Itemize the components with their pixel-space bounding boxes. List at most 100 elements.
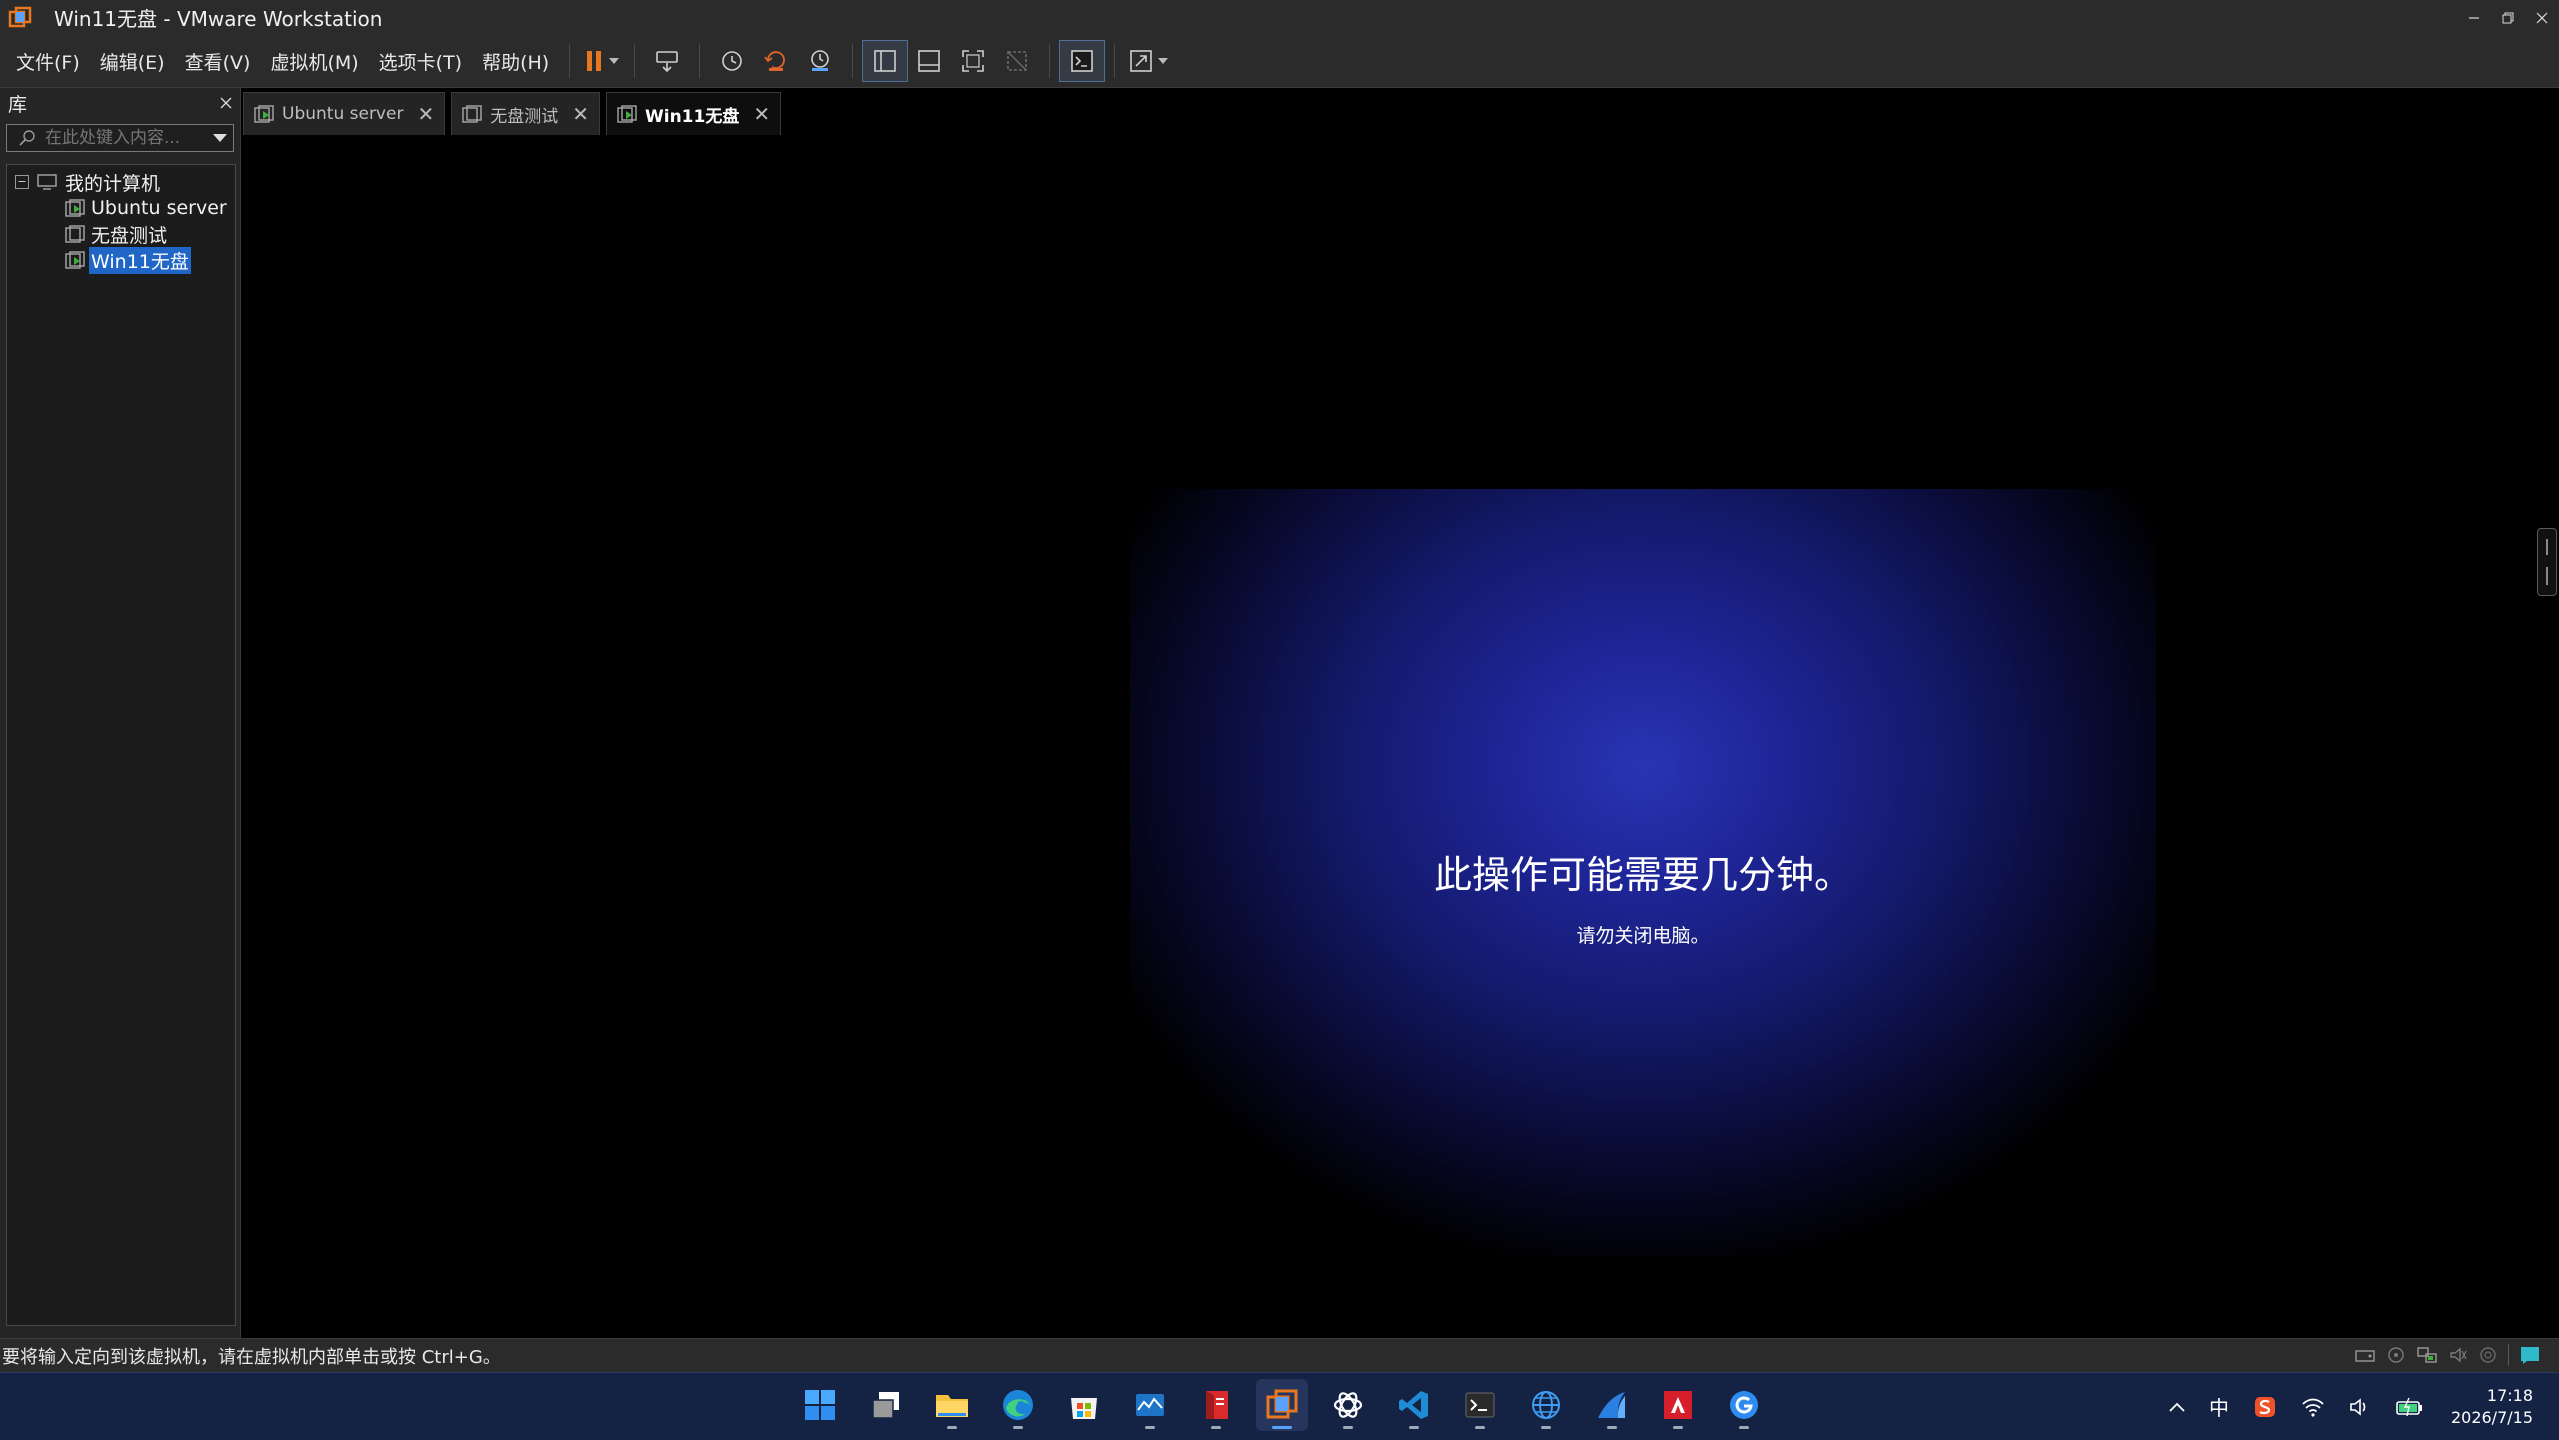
hard-disk-icon[interactable] [2354,1345,2376,1365]
taskbar-monitor-app[interactable] [1124,1379,1176,1431]
window-title: Win11无盘 - VMware Workstation [54,7,383,31]
battery-button[interactable] [2395,1397,2425,1417]
tree-item-win11-diskless[interactable]: Win11无盘 [65,246,191,274]
tree-item-label: Win11无盘 [89,246,191,274]
toolbar-separator [1114,44,1116,78]
taskbar-file-explorer[interactable] [926,1379,978,1431]
tab-ubuntu-server[interactable]: Ubuntu server ✕ [243,92,446,135]
menu-vm[interactable]: 虚拟机(M) [260,48,368,75]
chevron-down-icon [1158,58,1169,64]
taskbar-globe-app[interactable] [1520,1379,1572,1431]
running-indicator [1343,1426,1353,1429]
show-library-button[interactable] [862,40,909,82]
speaker-icon [2350,1397,2366,1416]
console-view-button[interactable] [1059,40,1106,82]
toolbar-separator [569,44,571,78]
tree-item-my-computer[interactable]: − 我的计算机 [15,169,162,195]
system-clock[interactable]: 17:18 2026/7/15 [2451,1385,2533,1429]
network-adapter-icon[interactable] [2416,1345,2438,1365]
tree-item-label: Ubuntu server [91,197,227,219]
send-ctrl-alt-del-button[interactable] [645,41,689,81]
thumbnail-layout-icon [918,50,941,72]
google-icon [1730,1391,1758,1419]
side-panel-handle[interactable] [2537,528,2557,596]
close-tab-icon[interactable]: ✕ [572,102,589,126]
usb-device-icon[interactable] [2478,1345,2498,1365]
menu-file[interactable]: 文件(F) [0,48,90,75]
taskbar-edge[interactable] [992,1379,1044,1431]
running-indicator [1211,1426,1221,1429]
sound-card-icon[interactable] [2448,1345,2468,1365]
task-view-button[interactable] [860,1379,912,1431]
network-status-button[interactable] [2301,1397,2325,1417]
menu-tabs[interactable]: 选项卡(T) [369,48,472,75]
vscode-icon [1399,1391,1428,1419]
vm-running-icon [65,251,85,269]
full-screen-button[interactable] [951,41,995,81]
menu-toolbar: 文件(F) 编辑(E) 查看(V) 虚拟机(M) 选项卡(T) 帮助(H) [0,35,2559,88]
chevron-up-icon [2169,1402,2185,1412]
battery-charging-icon [2396,1397,2422,1416]
tab-win11-diskless[interactable]: Win11无盘 ✕ [605,92,782,135]
taskbar-vscode[interactable] [1388,1379,1440,1431]
library-panel: 库 − 我的计算机 Ubuntu server 无盘测试 Win11无盘 [0,88,241,1338]
menu-view[interactable]: 查看(V) [175,48,261,75]
close-icon [2536,12,2548,23]
windows-taskbar: 中 17:18 2026/7/15 [0,1372,2559,1440]
library-search-input[interactable] [45,128,213,148]
guest-warning-message: 请勿关闭电脑。 [1576,925,1710,947]
computer-icon [37,174,57,190]
menu-edit[interactable]: 编辑(E) [90,48,175,75]
volume-button[interactable] [2349,1397,2371,1417]
show-hidden-icons-button[interactable] [2169,1402,2185,1412]
message-log-icon[interactable] [2519,1345,2541,1365]
taskbar-document-app[interactable] [1190,1379,1242,1431]
taskbar-chatgpt[interactable] [1322,1379,1374,1431]
pause-button[interactable] [580,41,624,81]
chevron-down-icon[interactable] [213,134,227,142]
revert-snapshot-icon [764,51,786,71]
vm-running-icon [65,199,85,217]
unity-mode-button[interactable] [995,41,1039,81]
close-library-icon[interactable] [220,97,232,109]
tree-item-diskless-test[interactable]: 无盘测试 [65,221,169,247]
collapse-toggle[interactable]: − [15,175,29,189]
tab-diskless-test[interactable]: 无盘测试 ✕ [451,92,600,135]
vmware-logo-icon [8,6,32,27]
revert-snapshot-button[interactable] [754,41,798,81]
running-indicator [1739,1426,1749,1429]
sogou-icon [2254,1396,2275,1417]
window-controls [2457,0,2559,35]
menu-help[interactable]: 帮助(H) [472,48,559,75]
take-snapshot-button[interactable] [710,41,754,81]
restore-icon [2502,12,2514,23]
snapshot-manager-button[interactable] [798,41,842,81]
show-thumbnail-bar-button[interactable] [907,41,951,81]
taskbar-amd-app[interactable] [1652,1379,1704,1431]
taskbar-google-app[interactable] [1718,1379,1770,1431]
taskbar-vmware[interactable] [1256,1379,1308,1431]
start-button[interactable] [794,1379,846,1431]
task-view-icon [872,1392,899,1419]
minimize-button[interactable] [2457,0,2491,35]
tree-item-label: 无盘测试 [91,224,168,247]
close-tab-icon[interactable]: ✕ [753,102,770,126]
guest-screen[interactable]: 此操作可能需要几分钟。 请勿关闭电脑。 [1130,489,2156,1257]
input-method-indicator[interactable]: 中 [2209,1392,2229,1421]
sogou-ime-button[interactable] [2253,1395,2277,1419]
taskbar-terminal[interactable] [1454,1379,1506,1431]
running-indicator [1013,1426,1023,1429]
library-search-box [6,124,234,152]
stretch-guest-button[interactable] [1125,41,1171,81]
snapshot-manager-icon [811,50,830,71]
full-screen-icon [962,50,985,72]
vm-console[interactable]: 此操作可能需要几分钟。 请勿关闭电脑。 [242,136,2559,1336]
monitor-app-icon [1136,1394,1164,1416]
taskbar-store[interactable] [1058,1379,1110,1431]
close-tab-icon[interactable]: ✕ [417,102,434,126]
close-button[interactable] [2525,0,2559,35]
cd-rom-icon[interactable] [2386,1345,2406,1365]
restore-button[interactable] [2491,0,2525,35]
tree-item-ubuntu-server[interactable]: Ubuntu server [65,195,229,221]
taskbar-shark-app[interactable] [1586,1379,1638,1431]
